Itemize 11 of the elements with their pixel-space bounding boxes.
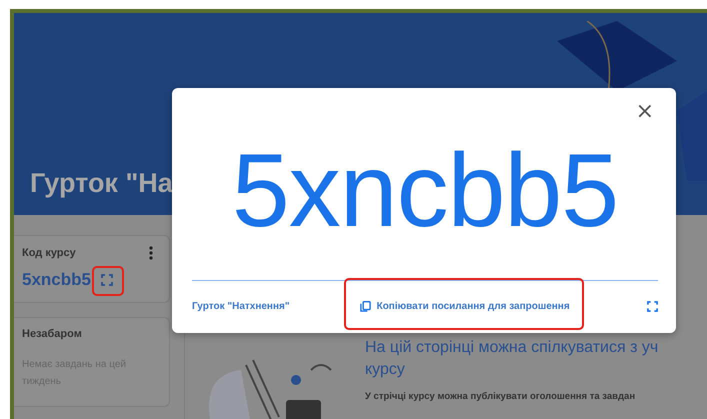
copy-invite-link[interactable]: Копіювати посилання для запрошення bbox=[360, 301, 570, 312]
intro-heading: курсу bbox=[365, 360, 406, 380]
class-code: 5xncbb5 bbox=[230, 136, 620, 246]
class-code: 5xncbb5 bbox=[22, 270, 91, 290]
close-button[interactable]: × bbox=[632, 98, 658, 126]
intro-heading: На цій сторінці можна спілкуватися з уч bbox=[365, 338, 658, 358]
class-title: Гурток "На bbox=[30, 168, 173, 199]
intro-text: У стрічці курсу можна публікувати оголошення та завдан bbox=[365, 391, 636, 402]
class-code-label: Код курсу bbox=[22, 247, 76, 259]
class-name: Гурток "Натхнення" bbox=[192, 301, 290, 312]
upcoming-title: Незабаром bbox=[22, 328, 83, 340]
